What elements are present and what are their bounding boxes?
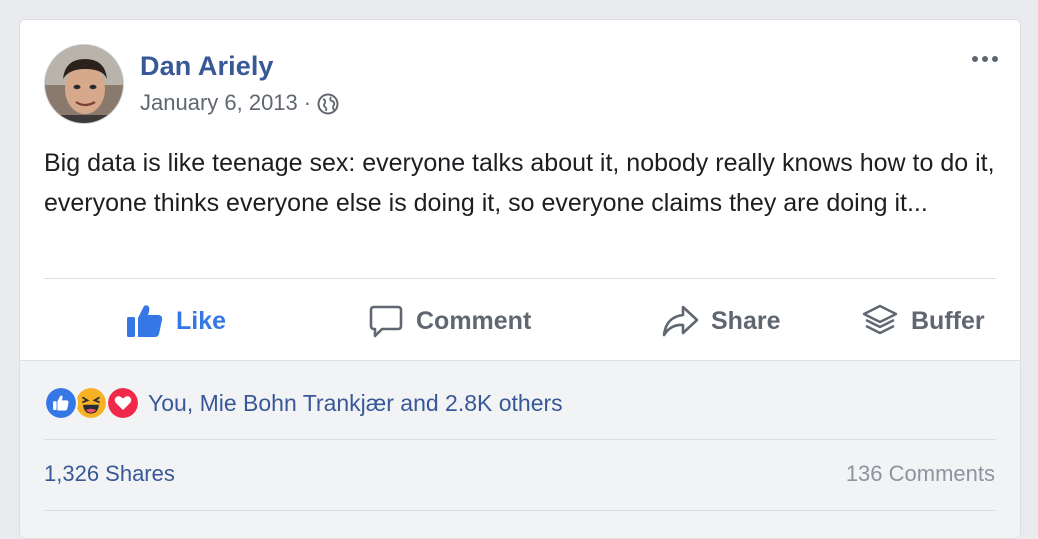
meta-separator: · [303, 90, 312, 115]
comment-label: Comment [416, 306, 532, 335]
share-button[interactable]: Share [661, 288, 780, 354]
thumbs-up-icon [127, 305, 163, 337]
share-arrow-icon [662, 305, 699, 337]
reaction-icons[interactable] [44, 385, 144, 421]
post-footer: You, Mie Bohn Trankjær and 2.8K others 1… [20, 360, 1020, 538]
divider [44, 439, 996, 440]
post-card: Dan Ariely January 6, 2013 · Big data is… [19, 19, 1021, 539]
more-dot [982, 56, 988, 62]
divider [44, 278, 996, 279]
buffer-button[interactable]: Buffer [861, 288, 985, 354]
more-options-icon[interactable] [968, 48, 1002, 70]
like-label: Like [176, 306, 227, 335]
author-avatar[interactable] [44, 44, 124, 124]
reactions-summary-text[interactable]: You, Mie Bohn Trankjær and 2.8K others [148, 390, 563, 417]
author-name[interactable]: Dan Ariely [140, 51, 274, 82]
comment-bubble-icon [369, 305, 403, 338]
more-dot [972, 56, 978, 62]
post-meta: January 6, 2013 · [140, 90, 339, 116]
like-button[interactable]: Like [126, 288, 226, 354]
post-date[interactable]: January 6, 2013 [140, 90, 298, 116]
globe-icon[interactable] [317, 93, 339, 115]
like-reaction-icon [44, 386, 78, 420]
action-bar: Like Comment Share Buffer [44, 288, 1004, 354]
post-text: Big data is like teenage sex: everyone t… [44, 149, 995, 217]
post-header: Dan Ariely January 6, 2013 · [20, 20, 1020, 140]
share-label: Share [711, 306, 781, 335]
buffer-stack-icon [862, 304, 898, 335]
haha-reaction-icon [74, 386, 108, 420]
reactions-summary[interactable]: You, Mie Bohn Trankjær and 2.8K others [44, 383, 563, 423]
divider [44, 510, 996, 511]
love-reaction-icon [106, 386, 140, 420]
shares-count[interactable]: 1,326 Shares [44, 461, 175, 487]
buffer-label: Buffer [911, 306, 985, 335]
more-dot [992, 56, 998, 62]
comment-button[interactable]: Comment [368, 288, 531, 354]
comments-count[interactable]: 136 Comments [846, 461, 995, 487]
